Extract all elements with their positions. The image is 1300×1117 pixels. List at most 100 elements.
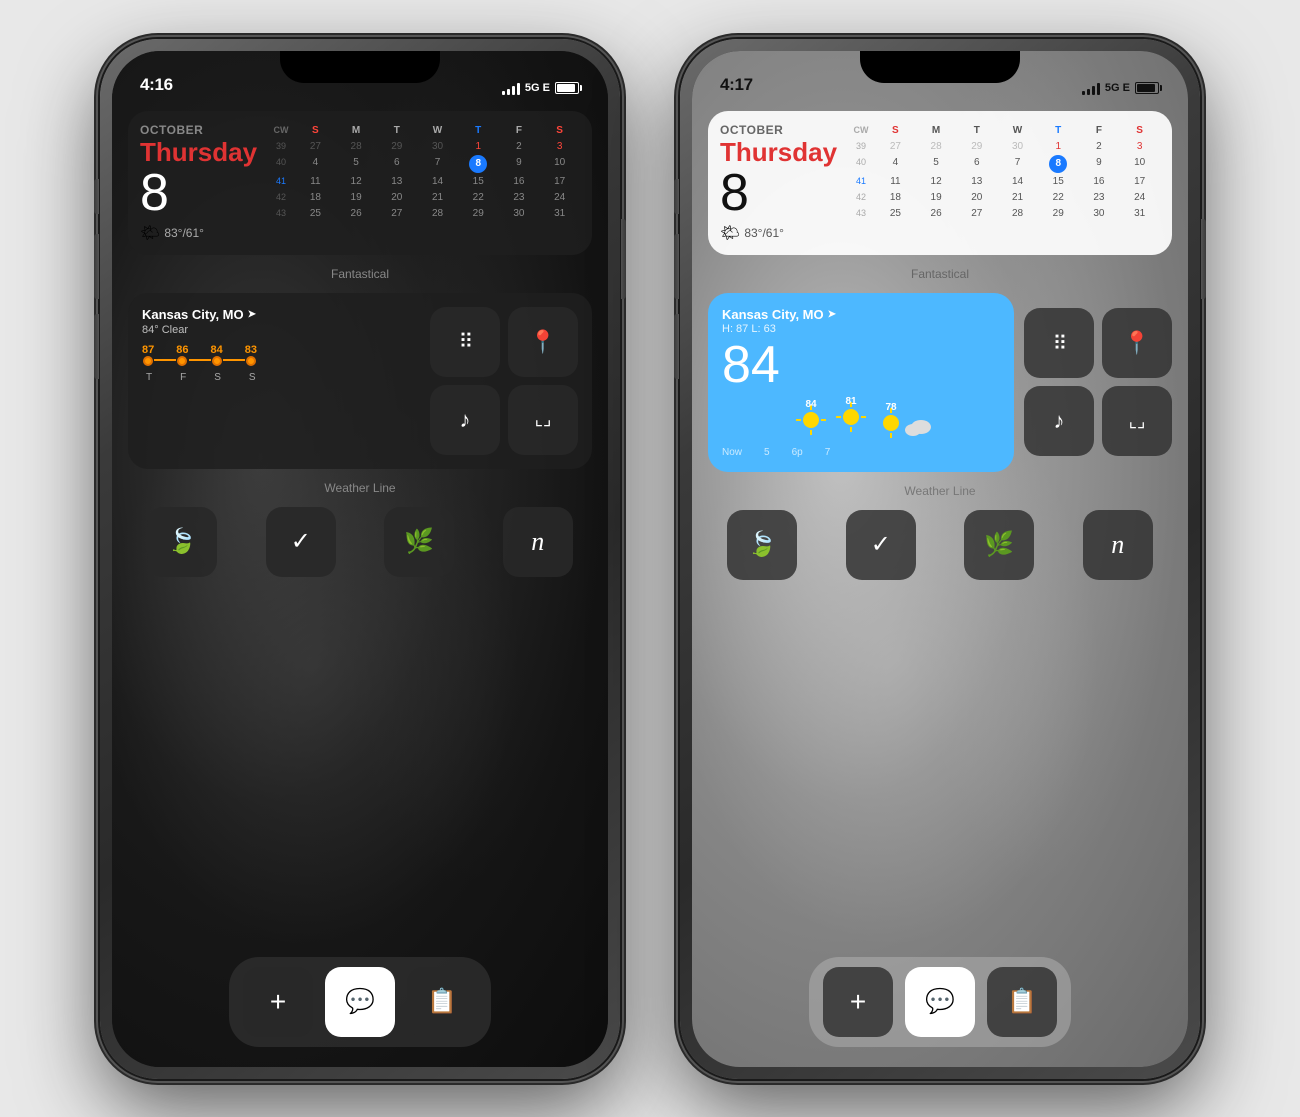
cw-43-2: 43 — [847, 206, 875, 221]
d7: 7 — [417, 155, 458, 173]
cal-week-39-2: 39 27 28 29 30 1 2 3 — [847, 139, 1160, 154]
app-check-icon-2[interactable]: ✓ — [846, 510, 916, 580]
dock-1: + 💬 📋 — [128, 957, 592, 1047]
d3-2: 3 — [1119, 139, 1160, 154]
app-maps-icon-2[interactable]: 📍 — [1102, 308, 1172, 378]
weather-forecast-2: 84 81 78 — [722, 395, 1000, 445]
calendar-top-1: OCTOBER Thursday 8 🌤 83°/61° CW — [140, 123, 580, 243]
signal-bar-2 — [507, 89, 510, 95]
app-plant-icon-1[interactable]: 🌿 — [384, 507, 454, 577]
d4-2: 4 — [875, 155, 916, 173]
d31-2: 31 — [1119, 206, 1160, 221]
phone-1: 4:16 5G E — [100, 39, 620, 1079]
status-time-1: 4:16 — [140, 75, 173, 95]
time-now-2: Now — [722, 447, 742, 458]
time-7-2: 7 — [825, 447, 831, 458]
d12: 12 — [336, 174, 377, 189]
d21-2: 21 — [997, 190, 1038, 205]
signal-bar-2-4 — [1097, 83, 1100, 95]
notch-1 — [280, 51, 440, 83]
weather-widget-2[interactable]: Kansas City, MO ➤ H: 87 L: 63 84 — [708, 293, 1014, 472]
d28b: 28 — [417, 206, 458, 221]
plus-icon-2: + — [850, 986, 866, 1018]
volume-down-button-1 — [94, 314, 99, 379]
app-leaf-icon-2[interactable]: 🍃 — [727, 510, 797, 580]
temp-83: 83 — [245, 344, 257, 366]
col-w-2: W — [997, 123, 1038, 138]
scan-icon-symbol-2: ⌞⌟ — [1129, 411, 1146, 432]
app-n-icon-1[interactable]: n — [503, 507, 573, 577]
col-t2-2: T — [1038, 123, 1079, 138]
app-grid-icon-2[interactable]: ⠿ — [1024, 308, 1094, 378]
phone-2: 4:17 5G E — [680, 39, 1200, 1079]
d3: 3 — [539, 139, 580, 154]
time-S2: S — [249, 372, 256, 383]
weather-hl-2: H: 87 L: 63 — [722, 323, 1000, 335]
phone-screen-1: 4:16 5G E — [112, 51, 608, 1067]
d18-2: 18 — [875, 190, 916, 205]
cw-42-2: 42 — [847, 190, 875, 205]
time-5-2: 5 — [764, 447, 770, 458]
music-icon-symbol-2: ♪ — [1054, 408, 1065, 434]
weather-right-grid-2: ⠿ 📍 ♪ ⌞⌟ — [1024, 308, 1172, 456]
dock-icon-notes-1[interactable]: 📋 — [407, 967, 477, 1037]
d13: 13 — [376, 174, 417, 189]
network-type-2: 5G E — [1105, 82, 1130, 94]
dock-inner-1: + 💬 📋 — [229, 957, 491, 1047]
weather-temp-val-2: 84 — [722, 336, 780, 394]
app-n-icon-2[interactable]: n — [1083, 510, 1153, 580]
cw-label-2: CW — [847, 123, 875, 138]
d14: 14 — [417, 174, 458, 189]
d28: 28 — [336, 139, 377, 154]
cal-month-2: OCTOBER — [720, 123, 837, 137]
app-leaf-icon-1[interactable]: 🍃 — [147, 507, 217, 577]
chat-icon-2: 💬 — [925, 987, 955, 1016]
app-music-icon-1[interactable]: ♪ — [430, 385, 500, 455]
d9-2: 9 — [1079, 155, 1120, 173]
plus-icon-1: + — [270, 986, 286, 1018]
fantastical-label-2: Fantastical — [708, 267, 1172, 281]
leaf-symbol-2: 🍃 — [747, 530, 777, 559]
dock-icon-plus-2[interactable]: + — [823, 967, 893, 1037]
app-plant-icon-2[interactable]: 🌿 — [964, 510, 1034, 580]
calendar-left-1: OCTOBER Thursday 8 🌤 83°/61° — [140, 123, 257, 243]
calendar-grid-2: CW S M T W T F S 39 — [847, 123, 1160, 243]
d27b-2: 27 — [956, 206, 997, 221]
location-icon-1: ➤ — [248, 309, 256, 320]
dock-icon-chat-2[interactable]: 💬 — [905, 967, 975, 1037]
weather-city-2: Kansas City, MO ➤ — [722, 307, 1000, 322]
notch-2 — [860, 51, 1020, 83]
d17-2: 17 — [1119, 174, 1160, 189]
calendar-widget-1[interactable]: OCTOBER Thursday 8 🌤 83°/61° CW — [128, 111, 592, 255]
leaf-symbol-1: 🍃 — [167, 527, 197, 556]
dock-icon-notes-2[interactable]: 📋 — [987, 967, 1057, 1037]
weather-right-1: ⠿ 📍 ♪ ⌞⌟ — [430, 307, 578, 455]
app-grid-icon-1[interactable]: ⠿ — [430, 307, 500, 377]
battery-body-1 — [555, 82, 579, 94]
app-scan-icon-1[interactable]: ⌞⌟ — [508, 385, 578, 455]
app-check-icon-1[interactable]: ✓ — [266, 507, 336, 577]
app-scan-icon-2[interactable]: ⌞⌟ — [1102, 386, 1172, 456]
cal-week-41-2: 41 11 12 13 14 15 16 17 — [847, 174, 1160, 189]
col-s2: S — [539, 123, 580, 138]
dock-icon-chat-1[interactable]: 💬 — [325, 967, 395, 1037]
d30-2: 30 — [997, 139, 1038, 154]
weather-widget-1[interactable]: Kansas City, MO ➤ 84° Clear 87 — [128, 293, 592, 469]
temp-6p: 78 — [885, 402, 897, 413]
d2: 2 — [499, 139, 540, 154]
cal-week-40: 40 4 5 6 7 8 9 10 — [267, 155, 580, 173]
calendar-widget-2[interactable]: OCTOBER Thursday 8 🌤 83°/61° CW — [708, 111, 1172, 255]
d29b-2: 29 — [1038, 206, 1079, 221]
col-m-2: M — [916, 123, 957, 138]
power-button-1 — [621, 219, 626, 299]
check-symbol-1: ✓ — [291, 527, 311, 556]
d27: 27 — [295, 139, 336, 154]
d22: 22 — [458, 190, 499, 205]
weather-line-label-1: Weather Line — [128, 481, 592, 495]
signal-bar-2-1 — [1082, 91, 1085, 95]
weather-graph-1: 87 86 — [142, 344, 420, 366]
dock-icon-plus-1[interactable]: + — [243, 967, 313, 1037]
app-maps-icon-1[interactable]: 📍 — [508, 307, 578, 377]
cal-month-1: OCTOBER — [140, 123, 257, 137]
app-music-icon-2[interactable]: ♪ — [1024, 386, 1094, 456]
